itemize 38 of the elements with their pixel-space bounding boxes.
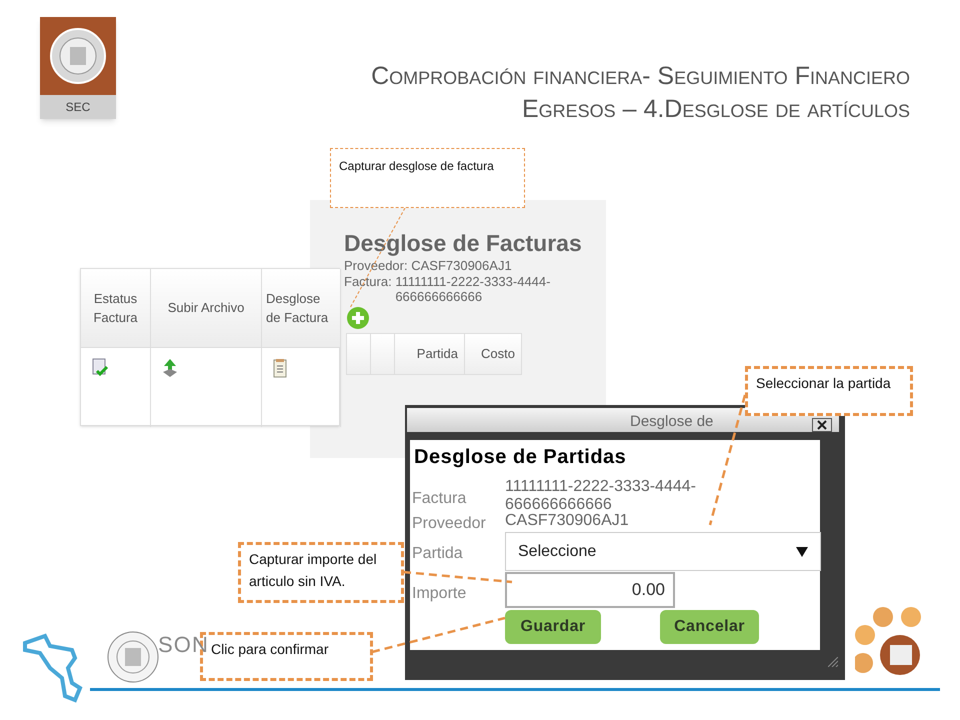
add-icon xyxy=(346,306,370,330)
field-value: CASF730906AJ1 xyxy=(411,258,512,273)
field-label: Partida xyxy=(412,544,463,564)
dialog-button[interactable]: Guardar xyxy=(505,610,601,644)
partida-select[interactable]: Seleccione xyxy=(505,532,821,571)
logo-label: SEC xyxy=(40,95,116,119)
close-icon xyxy=(817,420,827,430)
panel-title: Desglose de Facturas xyxy=(344,229,582,258)
resize-grip-icon xyxy=(828,657,838,667)
column-header: Costo xyxy=(480,345,516,364)
upload-arrow-icon xyxy=(161,358,179,378)
dialog-heading: Desglose de Partidas xyxy=(414,445,626,470)
field-label: Importe xyxy=(412,584,466,604)
field-label: Proveedor xyxy=(412,514,486,534)
seal-icon xyxy=(106,630,160,684)
close-button[interactable] xyxy=(812,418,832,432)
callout-note: Capturar desglose de factura xyxy=(330,148,525,208)
callout-note: Capturar importe del articulo sin IVA. xyxy=(238,542,404,603)
field-label: Factura xyxy=(412,489,466,509)
field-value: 11111111-2222-3333-4444-666666666666 xyxy=(505,478,697,514)
column-header: Estatus Factura xyxy=(81,269,151,348)
field-value: 11111111-2222-3333-4444-666666666666 xyxy=(395,274,552,304)
document-check-icon xyxy=(91,358,111,378)
caret-icon xyxy=(796,546,808,556)
column-header: Subir Archivo xyxy=(151,269,262,348)
slide-title: Comprobación financiera- Seguimiento Financiero xyxy=(371,61,910,92)
dialog-title: Desglose de xyxy=(630,412,714,432)
column-header: Desglose de Factura xyxy=(262,269,341,348)
slide-title: Egresos – 4.Desglose de artículos xyxy=(522,94,910,125)
dialog-button[interactable]: Cancelar xyxy=(660,610,759,644)
field-label: Factura: xyxy=(344,274,392,289)
column-header: Partida xyxy=(395,334,465,374)
field-value: CASF730906AJ1 xyxy=(505,512,630,530)
seal-icon xyxy=(49,27,107,85)
importe-field[interactable]: 0.00 xyxy=(505,572,675,608)
field-label: Proveedor: xyxy=(344,258,408,273)
callout-note: Seleccionar la partida xyxy=(745,366,913,416)
document-icon xyxy=(272,358,288,378)
